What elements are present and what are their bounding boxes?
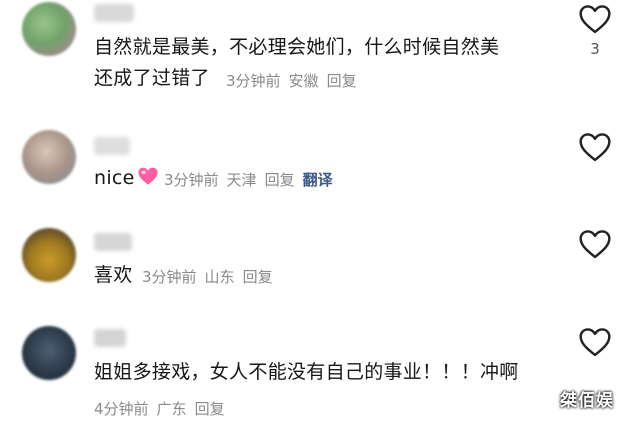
avatar[interactable] [22, 326, 76, 380]
watermark: 桀佰娱 [560, 391, 614, 411]
comment-text: 姐姐多接戏，女人不能没有自己的事业！！！冲啊 [94, 357, 519, 388]
like-count: 3 [590, 40, 600, 58]
reply-button[interactable]: 回复 [243, 268, 273, 286]
reply-button[interactable]: 回复 [195, 400, 225, 418]
pink-heart-emoji-icon [138, 167, 158, 185]
comment-text-line: 自然就是最美，不必理会她们，什么时候自然美 [94, 36, 500, 58]
heart-outline-icon[interactable] [578, 132, 612, 162]
heart-outline-icon[interactable] [578, 229, 612, 259]
comment-time: 3分钟前 [142, 268, 197, 286]
translate-button[interactable]: 翻译 [303, 171, 333, 189]
comment-time: 3分钟前 [164, 171, 219, 189]
avatar[interactable] [22, 2, 76, 56]
comment-meta: 3分钟前 天津 回复 翻译 [164, 169, 341, 190]
comment-location: 山东 [204, 268, 235, 286]
comment-meta: 3分钟前 山东 回复 [142, 266, 281, 287]
reply-button[interactable]: 回复 [327, 72, 357, 90]
comment-location: 安徽 [288, 72, 319, 90]
comment-time: 4分钟前 [94, 400, 149, 418]
avatar[interactable] [22, 228, 76, 282]
avatar[interactable] [22, 130, 76, 184]
comment-text: 喜欢 [94, 260, 133, 291]
comment-meta: 3分钟前 安徽 回复 [226, 70, 365, 91]
comment-meta: 4分钟前 广东 回复 [94, 398, 233, 419]
comment-text: nice [94, 163, 159, 194]
username-blurred[interactable] [94, 137, 130, 155]
comment-time: 3分钟前 [226, 72, 281, 90]
comment-text-line: 姐姐多接戏，女人不能没有自己的事业！！！冲啊 [94, 361, 519, 383]
reply-button[interactable]: 回复 [265, 171, 295, 189]
comment-location: 天津 [226, 171, 257, 189]
username-blurred[interactable] [94, 233, 132, 251]
comment-location: 广东 [156, 400, 187, 418]
username-blurred[interactable] [94, 329, 126, 347]
username-blurred[interactable] [94, 4, 134, 22]
heart-outline-icon[interactable] [578, 327, 612, 357]
comment-text-line: nice [94, 167, 135, 189]
heart-outline-icon[interactable] [578, 4, 612, 34]
comment-text-line: 喜欢 [94, 264, 133, 286]
